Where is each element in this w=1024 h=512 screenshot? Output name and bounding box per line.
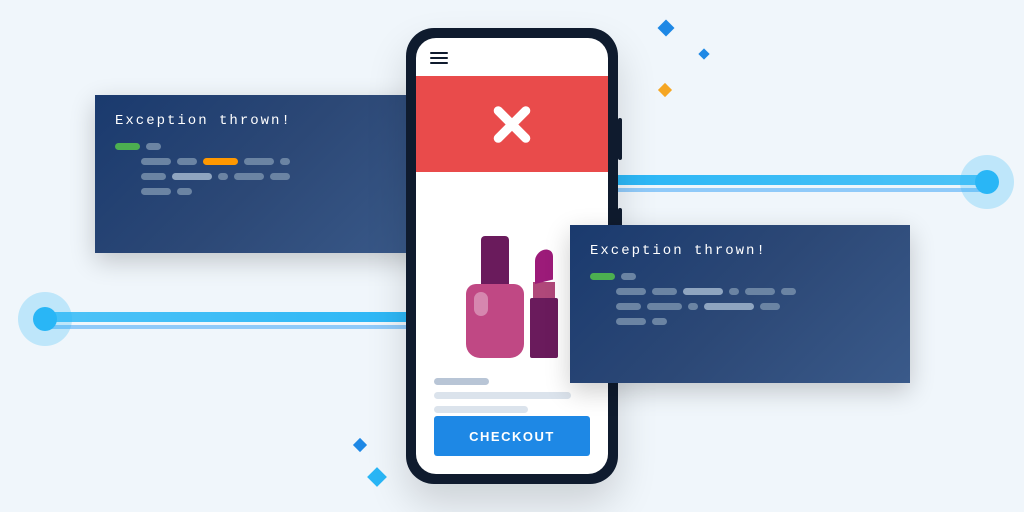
diamond-icon [658, 20, 675, 37]
exception-title: Exception thrown! [590, 243, 890, 259]
exception-title: Exception thrown! [115, 113, 410, 129]
code-line [590, 318, 890, 325]
pulse-node-right-core [975, 170, 999, 194]
signal-bar-right [600, 175, 990, 185]
product-description-placeholder [434, 378, 590, 420]
code-line [115, 158, 410, 165]
code-line [115, 188, 410, 195]
code-line [115, 143, 410, 150]
lipstick-icon [530, 252, 558, 358]
diamond-icon [353, 438, 367, 452]
diamond-icon [367, 467, 387, 487]
checkout-button[interactable]: CHECKOUT [434, 416, 590, 456]
code-line [590, 273, 890, 280]
code-line [590, 288, 890, 295]
signal-bar-left-shadow [40, 325, 440, 329]
nail-polish-icon [466, 236, 524, 358]
exception-panel-right: Exception thrown! [570, 225, 910, 383]
diamond-icon [658, 83, 672, 97]
diamond-icon [698, 48, 709, 59]
signal-bar-left [40, 312, 440, 322]
error-banner [416, 76, 608, 172]
product-image [434, 188, 590, 358]
pulse-node-left-core [33, 307, 57, 331]
code-line [590, 303, 890, 310]
code-line [115, 173, 410, 180]
signal-bar-right-shadow [600, 188, 990, 192]
exception-panel-left: Exception thrown! [95, 95, 430, 253]
close-icon [491, 103, 533, 145]
hamburger-icon[interactable] [430, 52, 448, 64]
